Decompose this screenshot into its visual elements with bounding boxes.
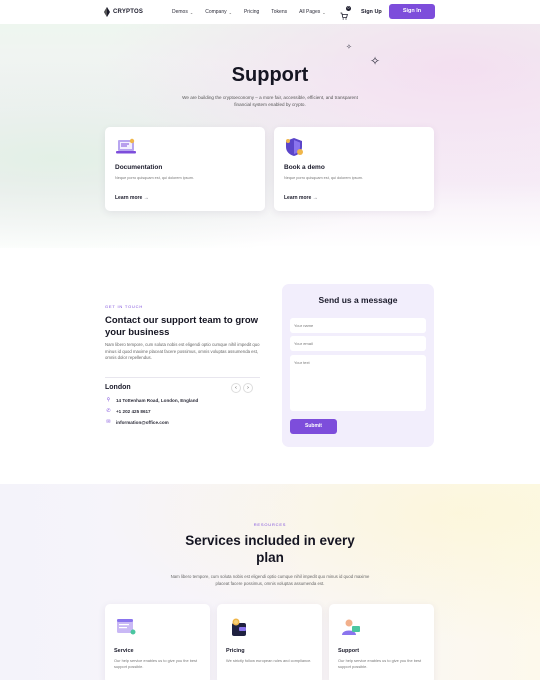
mail-icon: ✉ — [106, 419, 111, 425]
page-title: Support — [231, 64, 309, 86]
email-row: ✉ information@office.com — [106, 419, 169, 426]
menu-item-all-pages[interactable]: All Pages ⌄ — [299, 9, 325, 15]
documentation-card[interactable]: Documentation Neque porro quisquam est, … — [105, 127, 265, 211]
services-description: Nam libero tempore, cum soluta nobis est… — [170, 574, 370, 586]
card-title: Pricing — [226, 648, 245, 654]
previous-office-button[interactable]: ‹ — [231, 383, 241, 393]
sign-in-button[interactable]: Sign In — [389, 4, 435, 19]
menu-label: Demos — [172, 9, 188, 15]
cart-icon — [340, 12, 348, 20]
services-section: RESOURCES Services included in every pla… — [0, 484, 540, 680]
diamond-logo-icon — [104, 7, 110, 17]
address-row: ⚲ 14 Tottenham Road, London, England — [106, 397, 199, 404]
learn-more-link[interactable]: Learn more → — [115, 195, 149, 201]
card-description: Our help service enables us to give you … — [338, 658, 422, 669]
arrow-right-icon: → — [312, 195, 318, 201]
menu-label: All Pages — [299, 9, 321, 15]
office-city: London — [105, 384, 131, 391]
learn-more-link[interactable]: Learn more → — [284, 195, 318, 201]
card-description: Neque porro quisquam est, qui dolorem ip… — [115, 176, 194, 180]
form-title: Send us a message — [318, 295, 398, 305]
card-title: Book a demo — [284, 164, 325, 171]
contact-form: Send us a message Your name Your email Y… — [282, 284, 434, 447]
card-title: Service — [114, 648, 134, 654]
shield-icon — [286, 138, 303, 156]
menu-label: Tokens — [271, 9, 288, 15]
brand-logo[interactable]: CRYPTOS — [104, 7, 143, 17]
menu-label: Company — [205, 9, 227, 15]
link-label: Learn more — [115, 195, 143, 201]
hero-subtitle: We are building the cryptoeconomy – a mo… — [182, 95, 358, 107]
top-navbar: CRYPTOS Demos ⌄ Company ⌄ Pricing Tokens A… — [0, 0, 540, 24]
card-description: Neque porro quisquam est, qui dolorem ip… — [284, 176, 363, 180]
location-pin-icon: ⚲ — [106, 397, 111, 403]
contact-eyebrow: GET IN TOUCH — [105, 304, 144, 309]
hero-section: ✧ ✧ Support We are building the cryptoec… — [0, 24, 540, 248]
chevron-down-icon: ⌄ — [228, 9, 232, 15]
menu-item-demos[interactable]: Demos ⌄ — [172, 9, 193, 15]
chevron-right-icon: › — [247, 385, 249, 391]
divider — [105, 377, 260, 378]
sign-up-link[interactable]: Sign Up — [361, 9, 382, 15]
card-description: We strictly follow european rules and co… — [226, 658, 312, 663]
services-eyebrow: RESOURCES — [253, 522, 287, 527]
contact-description: Nam libero tempore, cum soluta nobis est… — [105, 342, 260, 361]
book-demo-card[interactable]: Book a demo Neque porro quisquam est, qu… — [274, 127, 434, 211]
support-agent-icon — [342, 619, 360, 635]
message-textarea[interactable]: Your text — [290, 355, 426, 411]
contact-title: Contact our support team to grow your bu… — [105, 315, 259, 338]
main-menu: Demos ⌄ Company ⌄ Pricing Tokens All Pages… — [172, 9, 338, 15]
card-title: Documentation — [115, 164, 163, 171]
menu-item-pricing[interactable]: Pricing — [244, 9, 259, 15]
email-text[interactable]: information@office.com — [116, 420, 169, 425]
wallet-icon — [232, 618, 246, 636]
service-card[interactable]: Service Our help service enables us to g… — [105, 604, 210, 680]
link-label: Learn more — [284, 195, 312, 201]
card-title: Support — [338, 648, 360, 654]
chevron-down-icon: ⌄ — [189, 9, 194, 15]
support-card[interactable]: Support Our help service enables us to g… — [329, 604, 434, 680]
phone-text[interactable]: +1 202 425 8617 — [116, 409, 151, 414]
menu-item-company[interactable]: Company ⌄ — [205, 9, 232, 15]
arrow-right-icon: → — [143, 195, 149, 201]
services-title: Services included in every plan — [185, 533, 355, 565]
name-input[interactable]: Your name — [290, 318, 426, 333]
submit-button[interactable]: Submit — [290, 419, 337, 434]
address-text: 14 Tottenham Road, London, England — [116, 398, 199, 403]
pricing-card[interactable]: Pricing We strictly follow european rule… — [217, 604, 322, 680]
cart-count-badge: 0 — [346, 6, 351, 11]
brand-name: CRYPTOS — [113, 9, 144, 15]
chevron-down-icon: ⌄ — [322, 9, 326, 15]
menu-item-tokens[interactable]: Tokens — [271, 9, 287, 15]
phone-row: ✆ +1 202 425 8617 — [106, 408, 151, 415]
card-description: Our help service enables us to give you … — [114, 658, 198, 669]
documentation-icon — [116, 138, 136, 154]
chevron-left-icon: ‹ — [235, 385, 237, 391]
sparkle-icon: ✧ — [346, 44, 352, 51]
phone-icon: ✆ — [106, 408, 111, 414]
menu-label: Pricing — [243, 9, 260, 15]
cart-button[interactable]: 0 — [340, 6, 351, 20]
email-input[interactable]: Your email — [290, 336, 426, 351]
next-office-button[interactable]: › — [243, 383, 253, 393]
service-window-icon — [117, 619, 136, 635]
